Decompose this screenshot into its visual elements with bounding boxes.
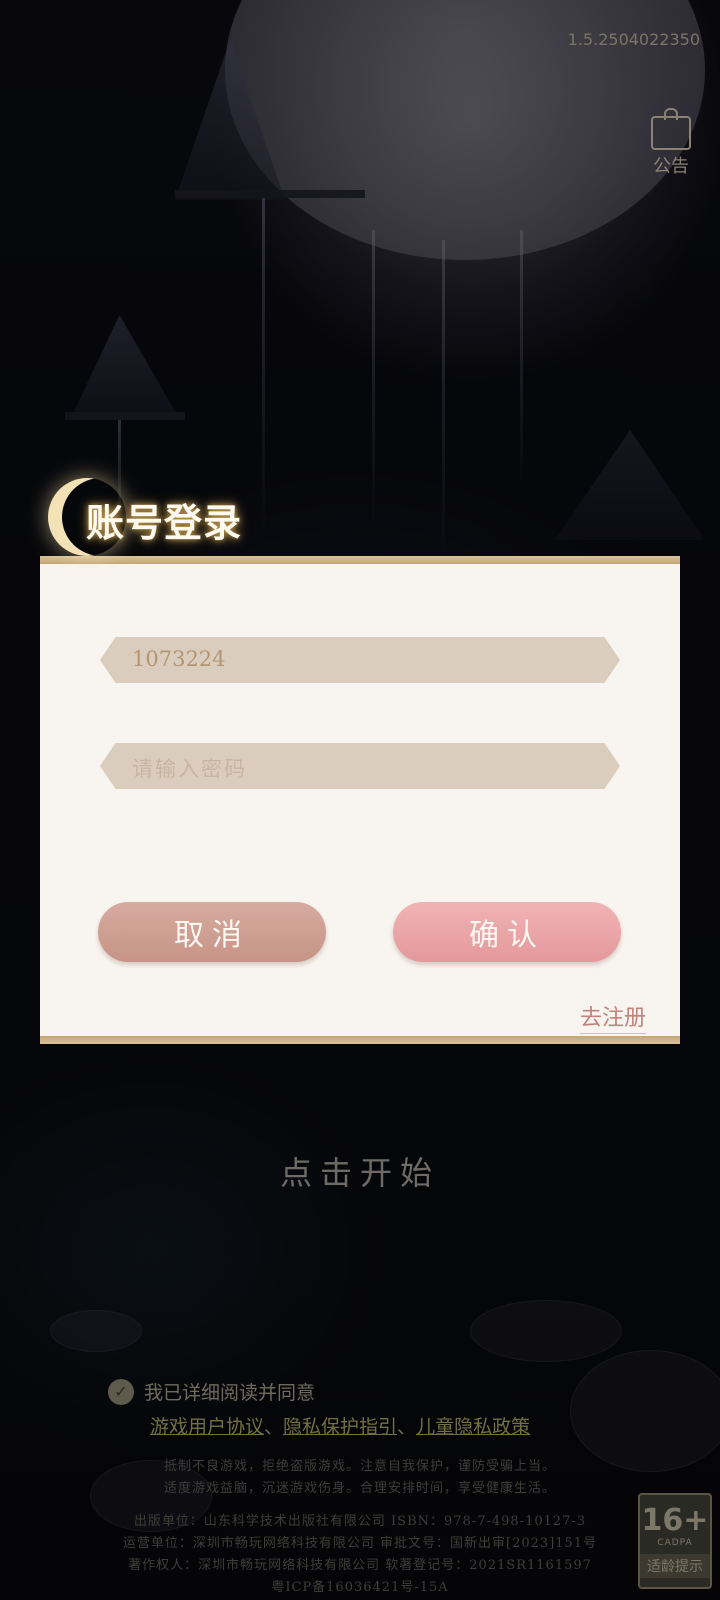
agreement-text: 我已详细阅读并同意	[144, 1382, 316, 1404]
separator: 、	[397, 1416, 417, 1438]
notice-label: 公告	[653, 156, 689, 177]
age-rating-org: CADPA	[657, 1538, 693, 1548]
age-rating-label: 适龄提示	[640, 1554, 710, 1578]
footer-line: 抵制不良游戏，拒绝盗版游戏。注意自我保护，谨防受骗上当。	[163, 1459, 556, 1474]
notice-icon	[651, 108, 691, 150]
modal-bottom-border	[40, 1036, 680, 1044]
modal-header: 账号登录	[48, 478, 298, 558]
age-rating-badge[interactable]: 16+ CADPA 适龄提示	[638, 1493, 712, 1589]
footer-line: 著作权人：深圳市畅玩网络科技有限公司 软著登记号：2021SR1161597	[128, 1558, 592, 1573]
age-rating-number: 16+	[641, 1503, 709, 1538]
separator: 、	[264, 1416, 284, 1438]
agreement-row[interactable]: ✓ 我已详细阅读并同意	[108, 1378, 315, 1405]
child-privacy-link[interactable]: 儿童隐私政策	[416, 1416, 530, 1438]
username-input[interactable]: 1073224	[100, 637, 620, 683]
footer-line: 运营单位：深圳市畅玩网络科技有限公司 审批文号：国新出审[2023]151号	[122, 1536, 598, 1551]
modal-title: 账号登录	[86, 500, 243, 545]
register-link[interactable]: 去注册	[580, 1000, 647, 1034]
footer-line: 适度游戏益脑，沉迷游戏伤身。合理安排时间，享受健康生活。	[163, 1481, 556, 1496]
notice-button[interactable]: 公告	[642, 108, 700, 185]
password-placeholder: 请输入密码	[132, 757, 247, 781]
password-input[interactable]: 请输入密码	[100, 743, 620, 789]
user-agreement-link[interactable]: 游戏用户协议	[150, 1416, 264, 1438]
confirm-button[interactable]: 确认	[393, 902, 621, 962]
privacy-guide-link[interactable]: 隐私保护指引	[283, 1416, 397, 1438]
agreement-links: 游戏用户协议、隐私保护指引、儿童隐私政策	[150, 1412, 530, 1439]
tap-to-start-text[interactable]: 点击开始	[0, 1148, 720, 1194]
login-modal	[40, 556, 680, 1038]
username-value: 1073224	[132, 647, 226, 671]
cancel-button[interactable]: 取消	[98, 902, 326, 962]
version-text: 1.5.2504022350	[567, 30, 700, 49]
footer-line: 出版单位：山东科学技术出版社有限公司 ISBN：978-7-498-10127-…	[133, 1514, 587, 1529]
check-icon[interactable]: ✓	[108, 1378, 134, 1405]
footer-line: 粤ICP备16036421号-15A	[271, 1580, 449, 1595]
